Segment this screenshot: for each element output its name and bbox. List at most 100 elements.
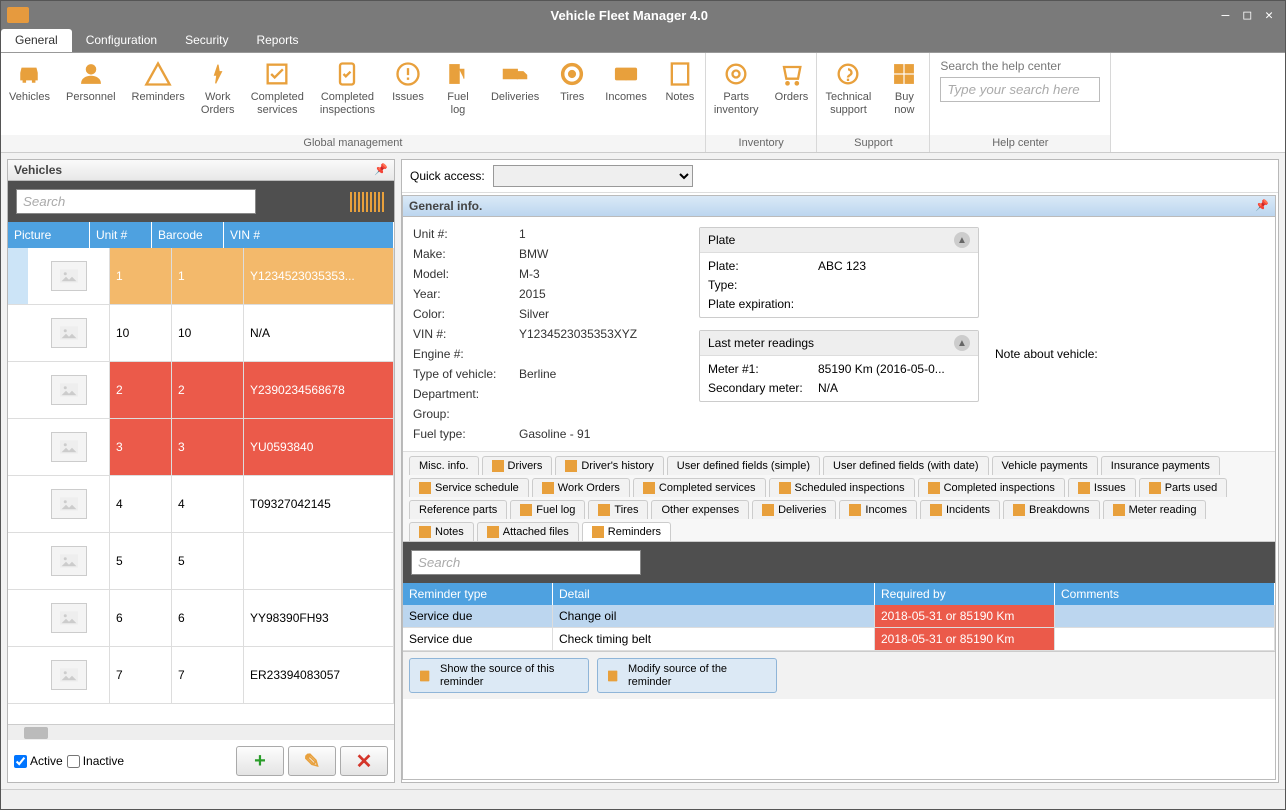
tab-driver-s-history[interactable]: Driver's history — [555, 456, 663, 475]
ribbon-orders[interactable]: Orders — [766, 53, 816, 135]
orders-icon — [776, 59, 806, 89]
tab-notes[interactable]: Notes — [409, 522, 474, 541]
reminders-grid[interactable]: Service dueChange oil2018-05-31 or 85190… — [403, 605, 1275, 651]
tab-issues[interactable]: Issues — [1068, 478, 1136, 497]
tab-parts-used[interactable]: Parts used — [1139, 478, 1228, 497]
tab-fuel-log[interactable]: Fuel log — [510, 500, 585, 519]
ribbon-reminders[interactable]: Reminders — [124, 53, 193, 135]
ribbon-parts-inventory[interactable]: Partsinventory — [706, 53, 767, 135]
table-row[interactable]: 55 — [8, 533, 394, 590]
tab-work-orders[interactable]: Work Orders — [532, 478, 630, 497]
modify-source-button[interactable]: Modify source of the reminder — [597, 658, 777, 693]
tab-meter-reading[interactable]: Meter reading — [1103, 500, 1207, 519]
tab-service-schedule[interactable]: Service schedule — [409, 478, 529, 497]
tab-misc-info-[interactable]: Misc. info. — [409, 456, 479, 475]
tab-attached-files[interactable]: Attached files — [477, 522, 579, 541]
vehicles-search-input[interactable] — [16, 189, 256, 214]
tab-breakdowns[interactable]: Breakdowns — [1003, 500, 1100, 519]
table-row[interactable]: 77ER23394083057 — [8, 647, 394, 704]
help-search-input[interactable] — [940, 77, 1100, 102]
vehicles-panel-title: Vehicles📌 — [8, 160, 394, 181]
table-row[interactable]: 1010N/A — [8, 305, 394, 362]
rm-col-type[interactable]: Reminder type — [403, 583, 553, 605]
col-picture[interactable]: Picture — [8, 222, 90, 248]
tab-insurance-payments[interactable]: Insurance payments — [1101, 456, 1220, 475]
col-unit[interactable]: Unit # — [90, 222, 152, 248]
ribbon-technical-support[interactable]: Technicalsupport — [817, 53, 879, 135]
tab-deliveries[interactable]: Deliveries — [752, 500, 836, 519]
tab-drivers[interactable]: Drivers — [482, 456, 553, 475]
tab-tires[interactable]: Tires — [588, 500, 648, 519]
tab-reminders[interactable]: Reminders — [582, 522, 671, 541]
ribbon-deliveries[interactable]: Deliveries — [483, 53, 547, 135]
ribbon-completed-services[interactable]: Completedservices — [243, 53, 312, 135]
reminder-row[interactable]: Service dueChange oil2018-05-31 or 85190… — [403, 605, 1275, 628]
field-group-label: Group: — [413, 407, 513, 421]
edit-button[interactable]: ✎ — [288, 746, 336, 776]
ribbon-fuel-log[interactable]: Fuellog — [433, 53, 483, 135]
ribbon-personnel[interactable]: Personnel — [58, 53, 124, 135]
active-checkbox[interactable]: Active — [14, 754, 63, 768]
tab-user-defined-fields-with-date-[interactable]: User defined fields (with date) — [823, 456, 989, 475]
col-barcode[interactable]: Barcode — [152, 222, 224, 248]
ribbon-buy-now[interactable]: Buynow — [879, 53, 929, 135]
tab-security[interactable]: Security — [171, 29, 242, 52]
ribbon-notes[interactable]: Notes — [655, 53, 705, 135]
tab-other-expenses[interactable]: Other expenses — [651, 500, 749, 519]
close-button[interactable]: ✕ — [1265, 8, 1273, 23]
barcode-icon[interactable] — [350, 192, 386, 212]
table-row[interactable]: 22Y2390234568678 — [8, 362, 394, 419]
horizontal-scrollbar[interactable] — [8, 724, 394, 740]
ribbon-tires[interactable]: Tires — [547, 53, 597, 135]
svg-text:$: $ — [623, 69, 630, 82]
collapse-icon[interactable]: ▲ — [954, 335, 970, 351]
rm-col-detail[interactable]: Detail — [553, 583, 875, 605]
ribbon-vehicles[interactable]: Vehicles — [1, 53, 58, 135]
image-icon — [51, 546, 87, 576]
minimize-button[interactable]: — — [1222, 8, 1230, 23]
tab-incomes[interactable]: Incomes — [839, 500, 917, 519]
quick-access-select[interactable] — [493, 165, 693, 187]
pin-icon[interactable]: 📌 — [1255, 199, 1269, 213]
tab-reference-parts[interactable]: Reference parts — [409, 500, 507, 519]
rm-col-comments[interactable]: Comments — [1055, 583, 1275, 605]
tab-incidents[interactable]: Incidents — [920, 500, 1000, 519]
parts-inventory-icon — [721, 59, 751, 89]
col-vin[interactable]: VIN # — [224, 222, 394, 248]
delete-button[interactable]: ✕ — [340, 746, 388, 776]
ribbon-issues[interactable]: Issues — [383, 53, 433, 135]
vehicles-grid[interactable]: 11Y1234523035353...1010N/A22Y23902345686… — [8, 248, 394, 724]
pin-icon[interactable]: 📌 — [374, 163, 388, 177]
ribbon-group-label: Global management — [1, 135, 705, 152]
tab-icon — [598, 504, 610, 516]
vehicles-panel: Vehicles📌 Picture Unit # Barcode VIN # 1… — [7, 159, 395, 783]
tab-icon — [487, 526, 499, 538]
add-button[interactable]: + — [236, 746, 284, 776]
buy-now-icon — [889, 59, 919, 89]
maximize-button[interactable]: □ — [1243, 8, 1251, 23]
tab-icon — [1078, 482, 1090, 494]
vehicle-fields: Unit #:1Make:BMWModel:M-3Year:2015Color:… — [413, 227, 683, 441]
reminder-row[interactable]: Service dueCheck timing belt2018-05-31 o… — [403, 628, 1275, 651]
inactive-checkbox[interactable]: Inactive — [67, 754, 124, 768]
ribbon-incomes[interactable]: $Incomes — [597, 53, 655, 135]
tab-vehicle-payments[interactable]: Vehicle payments — [992, 456, 1098, 475]
table-row[interactable]: 44T09327042145 — [8, 476, 394, 533]
table-row[interactable]: 11Y1234523035353... — [8, 248, 394, 305]
tab-user-defined-fields-simple-[interactable]: User defined fields (simple) — [667, 456, 820, 475]
tab-completed-inspections[interactable]: Completed inspections — [918, 478, 1065, 497]
reminders-search-input[interactable] — [411, 550, 641, 575]
show-source-button[interactable]: Show the source of this reminder — [409, 658, 589, 693]
plate-exp-v — [818, 297, 970, 311]
table-row[interactable]: 33YU0593840 — [8, 419, 394, 476]
ribbon-completed-inspections[interactable]: Completedinspections — [312, 53, 383, 135]
tab-scheduled-inspections[interactable]: Scheduled inspections — [769, 478, 915, 497]
collapse-icon[interactable]: ▲ — [954, 232, 970, 248]
table-row[interactable]: 66YY98390FH93 — [8, 590, 394, 647]
tab-completed-services[interactable]: Completed services — [633, 478, 766, 497]
tab-configuration[interactable]: Configuration — [72, 29, 171, 52]
ribbon-work-orders[interactable]: WorkOrders — [193, 53, 243, 135]
tab-general[interactable]: General — [1, 29, 72, 52]
rm-col-required[interactable]: Required by — [875, 583, 1055, 605]
tab-reports[interactable]: Reports — [242, 29, 312, 52]
